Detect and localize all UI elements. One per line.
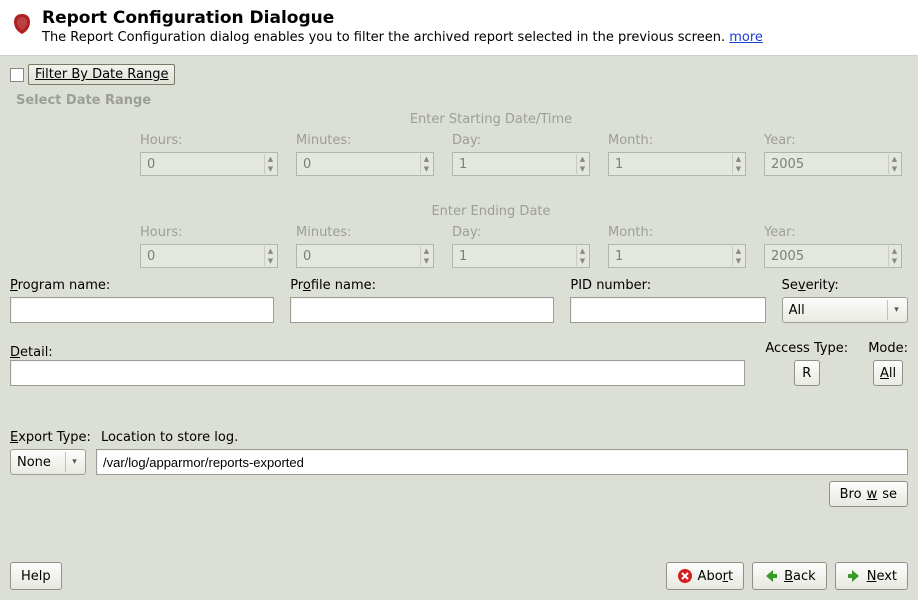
start-date-caption: Enter Starting Date/Time [80,112,902,127]
filter-date-checkbox[interactable] [10,68,24,82]
detail-input[interactable] [10,360,745,386]
location-label: Location to store log. [101,430,238,445]
location-input[interactable] [96,449,908,475]
start-minutes-label: Minutes: [296,133,434,148]
cancel-icon [677,568,693,584]
export-type-select[interactable]: None ▾ [10,449,86,475]
mode-label: Mode: [868,341,908,356]
end-date-caption: Enter Ending Date [80,204,902,219]
profile-name-input[interactable] [290,297,554,323]
end-month-label: Month: [608,225,746,240]
program-name-label: Program name: [10,278,274,293]
page-description: The Report Configuration dialog enables … [42,30,763,45]
chevron-down-icon: ▾ [65,452,83,472]
start-month-spin[interactable]: 1▲▼ [608,152,746,176]
page-title: Report Configuration Dialogue [42,8,763,28]
end-hours-label: Hours: [140,225,278,240]
select-date-range-heading: Select Date Range [16,93,908,108]
access-type-label: Access Type: [765,341,848,356]
detail-label: Detail: [10,345,745,360]
end-day-label: Day: [452,225,590,240]
next-button[interactable]: Next [835,562,908,590]
arrow-right-icon [846,568,862,584]
help-button[interactable]: Help [10,562,62,590]
button-bar: Help Abort Back Next [0,552,918,600]
start-year-spin[interactable]: 2005▲▼ [764,152,902,176]
browse-button[interactable]: Browse [829,481,908,507]
profile-name-label: Profile name: [290,278,554,293]
start-year-label: Year: [764,133,902,148]
export-type-label: Export Type: [10,430,91,445]
page-header: Report Configuration Dialogue The Report… [0,0,918,56]
end-year-label: Year: [764,225,902,240]
end-minutes-label: Minutes: [296,225,434,240]
chevron-down-icon: ▾ [887,300,905,320]
access-type-button[interactable]: R [794,360,820,386]
end-month-spin[interactable]: 1▲▼ [608,244,746,268]
filter-date-button[interactable]: Filter By Date Range [28,64,175,85]
program-name-input[interactable] [10,297,274,323]
arrow-left-icon [763,568,779,584]
end-hours-spin[interactable]: 0▲▼ [140,244,278,268]
chevron-up-icon: ▲ [264,154,276,164]
start-minutes-spin[interactable]: 0▲▼ [296,152,434,176]
severity-select[interactable]: All ▾ [782,297,908,323]
pid-number-input[interactable] [570,297,765,323]
mode-button[interactable]: All [873,360,903,386]
severity-label: Severity: [782,278,908,293]
abort-button[interactable]: Abort [666,562,745,590]
chevron-down-icon: ▼ [264,164,276,174]
date-range-group: Enter Starting Date/Time Hours: 0▲▼ Minu… [10,112,908,268]
pid-number-label: PID number: [570,278,765,293]
back-button[interactable]: Back [752,562,827,590]
start-hours-label: Hours: [140,133,278,148]
apparmor-icon [10,12,34,36]
start-hours-spin[interactable]: 0▲▼ [140,152,278,176]
more-link[interactable]: more [729,30,763,45]
start-day-spin[interactable]: 1▲▼ [452,152,590,176]
start-month-label: Month: [608,133,746,148]
end-year-spin[interactable]: 2005▲▼ [764,244,902,268]
end-minutes-spin[interactable]: 0▲▼ [296,244,434,268]
end-day-spin[interactable]: 1▲▼ [452,244,590,268]
start-day-label: Day: [452,133,590,148]
